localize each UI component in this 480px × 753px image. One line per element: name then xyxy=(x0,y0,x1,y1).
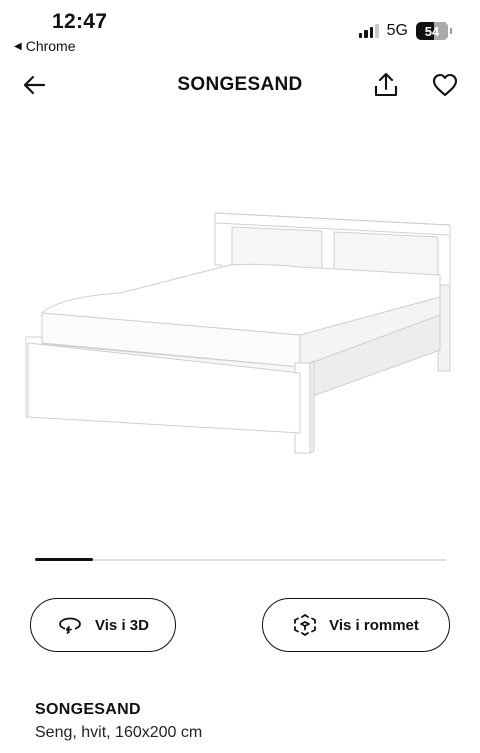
signal-icon xyxy=(358,24,379,38)
nav-header: SONGESAND xyxy=(0,62,480,108)
share-icon xyxy=(374,72,398,97)
carousel-track xyxy=(35,559,446,561)
status-time: 12:47 xyxy=(52,10,108,33)
battery-icon: 54 xyxy=(416,22,452,40)
bed-illustration xyxy=(25,212,451,454)
favorite-button[interactable] xyxy=(430,70,460,100)
network-type: 5G xyxy=(386,22,408,39)
product-description: Seng, hvit, 160x200 cm xyxy=(35,724,203,741)
battery-level: 54 xyxy=(424,23,440,39)
carousel-thumb xyxy=(35,558,93,561)
rotate-3d-icon xyxy=(59,617,81,634)
image-carousel-indicator[interactable] xyxy=(35,558,446,562)
product-image[interactable] xyxy=(0,185,480,475)
status-bar: 12:47 ◀ Chrome 5G 54 xyxy=(0,0,480,58)
share-button[interactable] xyxy=(371,70,401,100)
view-3d-label: Vis i 3D xyxy=(95,616,149,634)
page-title: SONGESAND xyxy=(177,74,303,95)
back-triangle-icon: ◀ xyxy=(14,40,22,52)
heart-icon xyxy=(432,73,458,97)
ar-cube-icon xyxy=(294,614,317,636)
status-indicators: 5G 54 xyxy=(358,22,452,40)
back-app-label: Chrome xyxy=(25,38,76,54)
view-in-room-button[interactable]: Vis i rommet xyxy=(262,598,450,652)
view-in-room-label: Vis i rommet xyxy=(329,616,419,634)
product-name: SONGESAND xyxy=(35,701,141,718)
back-to-app-link[interactable]: ◀ Chrome xyxy=(14,38,76,54)
view-3d-button[interactable]: Vis i 3D xyxy=(30,598,176,652)
